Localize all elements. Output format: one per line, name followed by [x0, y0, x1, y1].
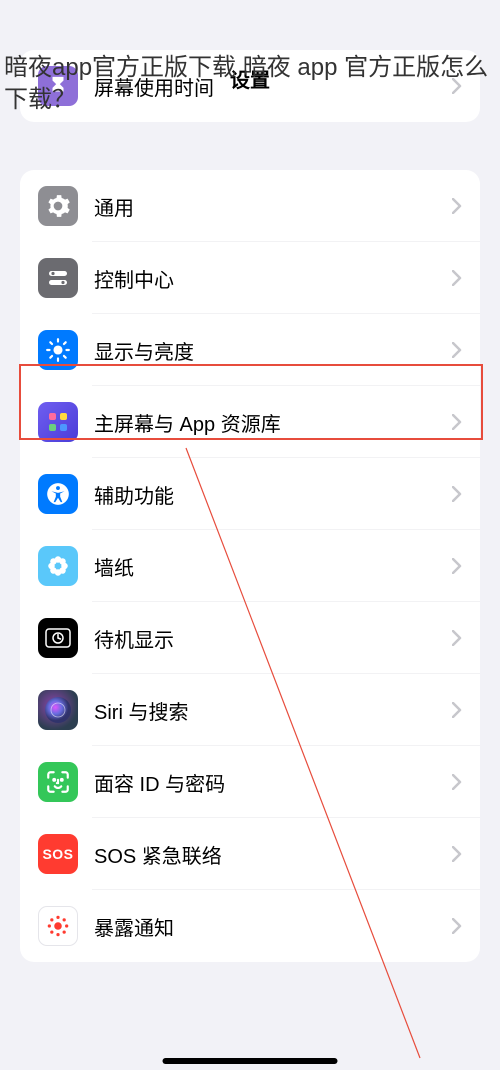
chevron-right-icon [452, 846, 462, 862]
row-label: SOS 紧急联络 [94, 840, 452, 869]
settings-row[interactable]: Siri 与搜索 [20, 674, 480, 746]
settings-row[interactable]: 待机显示 [20, 602, 480, 674]
gear-icon [38, 186, 78, 226]
row-label: Siri 与搜索 [94, 696, 452, 725]
exposure-icon [38, 906, 78, 946]
faceid-icon [38, 762, 78, 802]
settings-row[interactable]: 通用 [20, 170, 480, 242]
sos-icon: SOS [38, 834, 78, 874]
flower-icon [38, 546, 78, 586]
chevron-right-icon [452, 198, 462, 214]
accessibility-icon [38, 474, 78, 514]
settings-row[interactable]: SOS SOS 紧急联络 [20, 818, 480, 890]
chevron-right-icon [452, 270, 462, 286]
home-indicator [163, 1058, 338, 1064]
settings-row[interactable]: 主屏幕与 App 资源库 [20, 386, 480, 458]
chevron-right-icon [452, 702, 462, 718]
chevron-right-icon [452, 774, 462, 790]
settings-row[interactable]: 暴露通知 [20, 890, 480, 962]
settings-group-main: 通用控制中心显示与亮度主屏幕与 App 资源库辅助功能墙纸待机显示 Siri 与搜… [20, 170, 480, 962]
chevron-right-icon [452, 630, 462, 646]
article-title-overlay: 暗夜app官方正版下载 暗夜 app 官方正版怎么下载？ [0, 50, 500, 119]
siri-icon [38, 690, 78, 730]
brightness-icon [38, 330, 78, 370]
row-label: 通用 [94, 192, 452, 221]
row-label: 待机显示 [94, 624, 452, 653]
switches-icon [38, 258, 78, 298]
row-label: 控制中心 [94, 264, 452, 293]
row-label: 辅助功能 [94, 480, 452, 509]
settings-row[interactable]: 辅助功能 [20, 458, 480, 530]
settings-row[interactable]: 面容 ID 与密码 [20, 746, 480, 818]
row-label: 面容 ID 与密码 [94, 768, 452, 797]
chevron-right-icon [452, 486, 462, 502]
settings-row[interactable]: 墙纸 [20, 530, 480, 602]
settings-row[interactable]: 显示与亮度 [20, 314, 480, 386]
chevron-right-icon [452, 342, 462, 358]
row-label: 暴露通知 [94, 912, 452, 941]
clock-icon [38, 618, 78, 658]
chevron-right-icon [452, 558, 462, 574]
row-label: 墙纸 [94, 552, 452, 581]
chevron-right-icon [452, 414, 462, 430]
settings-row[interactable]: 控制中心 [20, 242, 480, 314]
row-label: 显示与亮度 [94, 336, 452, 365]
chevron-right-icon [452, 918, 462, 934]
apps-grid-icon [38, 402, 78, 442]
row-label: 主屏幕与 App 资源库 [94, 408, 452, 437]
